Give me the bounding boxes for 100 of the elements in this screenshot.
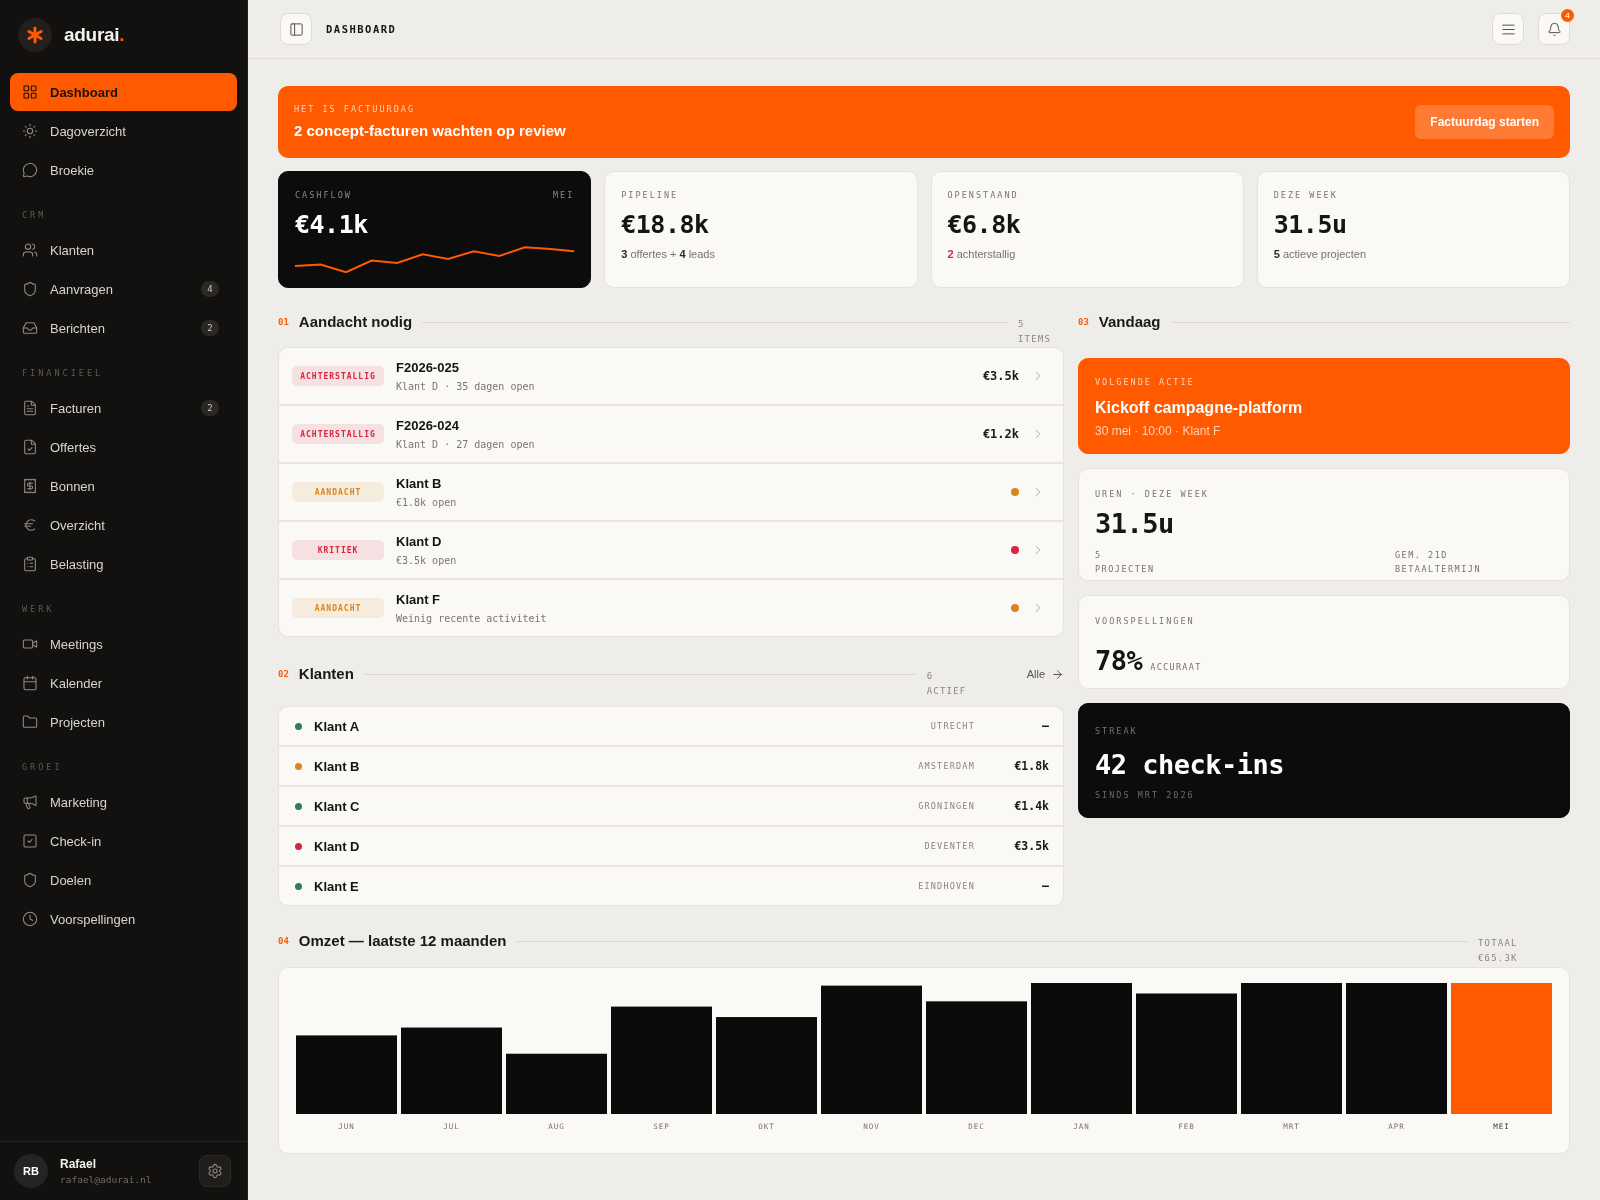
sidebar-item[interactable]: Kalender [10, 664, 237, 702]
stat-value: 31.5u [1273, 210, 1347, 240]
sidebar-item[interactable]: Aanvragen 4 [10, 270, 237, 308]
sidebar-item[interactable]: Overzicht [10, 506, 237, 544]
action-title: Kickoff campagne-platform [1095, 398, 1303, 418]
document-check-icon [22, 439, 38, 455]
client-city: GRONINGEN [918, 801, 975, 811]
row-title: F2026-025 [396, 359, 459, 376]
section-count: 5 ITEMS [1018, 318, 1053, 346]
menu-icon [1500, 21, 1516, 37]
status-tag: ACHTERSTALLIG [292, 366, 384, 386]
chat-bubble-icon [22, 162, 38, 178]
sidebar-item[interactable]: Voorspellingen [10, 900, 237, 938]
client-city: EINDHOVEN [918, 881, 975, 891]
sidebar-item[interactable]: Berichten 2 [10, 309, 237, 347]
action-meta: 30 mei · 10:00 · Klant F [1095, 424, 1221, 439]
nav-section-label: WERK [22, 603, 55, 615]
forecast-value: 78% [1095, 645, 1143, 677]
count-badge: 2 [201, 320, 219, 336]
client-row[interactable]: Klant A UTRECHT – [279, 707, 1063, 745]
sidebar-item[interactable]: Projecten [10, 703, 237, 741]
sidebar-item[interactable]: Check-in [10, 822, 237, 860]
client-name: Klant A [314, 718, 360, 734]
nav-section-label: GROEI [22, 761, 63, 773]
attention-row[interactable]: ACHTERSTALLIG F2026-025 Klant D · 35 dagen open €3.5k [279, 348, 1063, 404]
sidebar-item[interactable]: Klanten [10, 231, 237, 269]
sun-icon [22, 123, 38, 139]
stat-label: OPENSTAAND [947, 190, 1019, 201]
row-title: Klant F [396, 591, 441, 608]
client-amount: – [1041, 719, 1049, 733]
status-tag: ACHTERSTALLIG [292, 424, 384, 444]
banner-title: 2 concept-facturen wachten op review [294, 122, 566, 140]
menu-button[interactable] [1492, 13, 1524, 45]
row-subtitle: Weinig recente activiteit [396, 611, 547, 625]
client-amount: – [1041, 879, 1049, 893]
client-city: DEVENTER [924, 841, 975, 851]
client-name: Klant E [314, 878, 359, 894]
client-name: Klant D [314, 838, 360, 854]
row-amount: €3.5k [982, 369, 1019, 383]
sidebar-toggle-button[interactable] [280, 13, 312, 45]
settings-icon [207, 1163, 223, 1179]
attention-row[interactable]: AANDACHT Klant B €1.8k open [279, 464, 1063, 520]
section-title: Klanten [298, 664, 354, 684]
nav-section-label: FINANCIEEL [22, 367, 104, 379]
calendar-icon [22, 675, 38, 691]
section-number: 01 [278, 316, 289, 329]
sidebar-item[interactable]: Marketing [10, 783, 237, 821]
banner-eyebrow: HET IS FACTUURDAG [294, 104, 415, 115]
attention-row[interactable]: KRITIEK Klant D €3.5k open [279, 522, 1063, 578]
client-row[interactable]: Klant B AMSTERDAM €1.8k [279, 747, 1063, 785]
sidebar-item[interactable]: Broekie [10, 151, 237, 189]
attention-row[interactable]: ACHTERSTALLIG F2026-024 Klant D · 27 dagen open €1.2k [279, 406, 1063, 462]
sidebar-item[interactable]: Doelen [10, 861, 237, 899]
sidebar-item[interactable]: Meetings [10, 625, 237, 663]
card-label: UREN · DEZE WEEK [1095, 489, 1209, 500]
streak-value: 42 check-ins [1095, 749, 1285, 781]
row-subtitle: €1.8k open [396, 495, 457, 509]
view-all-link[interactable]: Alle [1026, 666, 1064, 682]
settings-button[interactable] [199, 1155, 231, 1187]
client-row[interactable]: Klant E EINDHOVEN – [279, 867, 1063, 905]
sidebar-item[interactable]: Belasting [10, 545, 237, 583]
section-number: 03 [1078, 316, 1089, 329]
row-title: Klant D [396, 533, 442, 550]
sidebar-item[interactable]: Facturen 2 [10, 389, 237, 427]
page-title: DASHBOARD [326, 23, 397, 35]
client-name: Klant B [314, 758, 360, 774]
status-tag: AANDACHT [292, 482, 384, 502]
client-row[interactable]: Klant C GRONINGEN €1.4k [279, 787, 1063, 825]
sidebar-item[interactable]: Offertes [10, 428, 237, 466]
section-title: Aandacht nodig [298, 312, 413, 332]
row-subtitle: Klant D · 35 dagen open [396, 379, 535, 393]
video-camera-icon [22, 636, 38, 652]
row-title: Klant B [396, 475, 442, 492]
stat-label: CASHFLOW [295, 190, 352, 201]
user-email: rafael@adurai.nl [60, 1174, 152, 1185]
grid-icon [22, 84, 38, 100]
brand-name: adurai. [64, 24, 125, 46]
sidebar-item[interactable]: Bonnen [10, 467, 237, 505]
user-avatar: RB [14, 1154, 48, 1188]
row-subtitle: €3.5k open [396, 553, 457, 567]
stat-note: 2 achterstallig [947, 248, 1016, 260]
status-tag: AANDACHT [292, 598, 384, 618]
client-row[interactable]: Klant D DEVENTER €3.5k [279, 827, 1063, 865]
logo-icon [18, 18, 52, 52]
card-label: VOORSPELLINGEN [1095, 616, 1195, 627]
sidebar-item[interactable]: Dashboard [10, 73, 237, 111]
section-number: 04 [278, 935, 289, 948]
stat-period: MEI [552, 190, 575, 201]
sidebar-item[interactable]: Dagoverzicht [10, 112, 237, 150]
users-icon [22, 242, 38, 258]
euro-icon [22, 517, 38, 533]
row-amount: €1.2k [982, 427, 1019, 441]
section-title: Omzet — laatste 12 maanden [298, 931, 507, 951]
document-icon [22, 400, 38, 416]
client-name: Klant C [314, 798, 360, 814]
attention-row[interactable]: AANDACHT Klant F Weinig recente activiteit [279, 580, 1063, 636]
folder-icon [22, 714, 38, 730]
client-amount: €1.8k [1013, 759, 1049, 773]
client-amount: €3.5k [1013, 839, 1049, 853]
clipboard-icon [22, 556, 38, 572]
